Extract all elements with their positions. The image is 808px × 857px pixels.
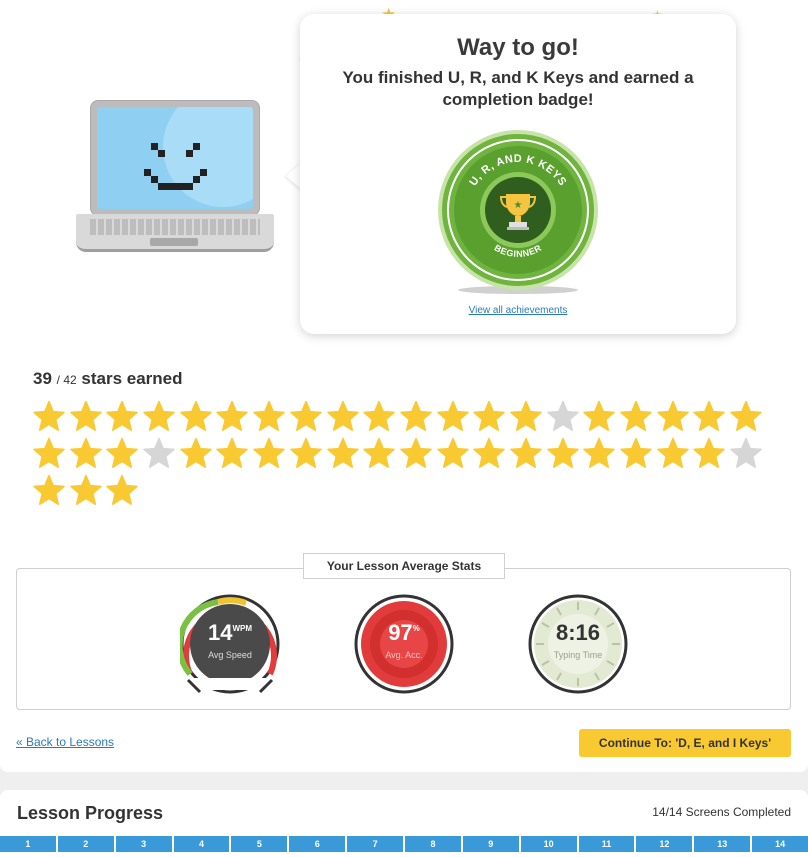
progress-segment[interactable]: 14 — [752, 836, 808, 852]
earned-star-icon — [32, 474, 69, 511]
progress-segment[interactable]: 1 — [0, 836, 56, 852]
missing-star-icon — [142, 437, 179, 474]
earned-star-icon — [399, 437, 436, 474]
earned-star-icon — [582, 400, 619, 437]
stars-earned-summary: 39 / 42 stars earned — [33, 369, 183, 389]
earned-star-icon — [362, 400, 399, 437]
earned-star-icon — [472, 400, 509, 437]
continue-button[interactable]: Continue To: 'D, E, and I Keys' — [579, 729, 791, 757]
earned-star-icon — [656, 400, 693, 437]
missing-star-icon — [729, 437, 766, 474]
avg-speed-unit: WPM — [232, 624, 253, 633]
earned-star-icon — [326, 437, 363, 474]
earned-star-icon — [215, 437, 252, 474]
earned-star-icon — [252, 437, 289, 474]
earned-star-icon — [546, 437, 583, 474]
progress-segment[interactable]: 3 — [115, 836, 172, 852]
stats-title: Your Lesson Average Stats — [303, 553, 505, 579]
speed-gauge: 14WPM Avg Speed — [180, 594, 280, 694]
earned-star-icon — [362, 437, 399, 474]
earned-star-icon — [142, 400, 179, 437]
earned-star-icon — [399, 400, 436, 437]
earned-star-icon — [619, 400, 656, 437]
progress-segment[interactable]: 6 — [289, 836, 346, 852]
stars-earned-label: stars earned — [81, 369, 183, 388]
progress-segment[interactable]: 12 — [636, 836, 693, 852]
progress-segment[interactable]: 9 — [462, 836, 519, 852]
earned-star-icon — [692, 400, 729, 437]
progress-segment[interactable]: 4 — [173, 836, 230, 852]
progress-bar: 1 2 3 4 5 6 7 8 9 10 11 12 13 14 — [0, 836, 808, 852]
popup-title: Way to go! — [457, 34, 579, 61]
avg-speed-value: 14 — [207, 620, 233, 645]
earned-star-icon — [179, 400, 216, 437]
stars-total: / 42 — [56, 373, 77, 387]
progress-segment[interactable]: 10 — [520, 836, 577, 852]
typing-time-value: 8:16 — [555, 620, 601, 645]
completion-badge-icon: U, R, AND K KEYS BEGINNER ★ — [438, 130, 598, 294]
missing-star-icon — [546, 400, 583, 437]
earned-star-icon — [252, 400, 289, 437]
progress-segment[interactable]: 7 — [347, 836, 404, 852]
earned-star-icon — [69, 400, 106, 437]
typing-time-gauge: 8:16 Typing Time — [528, 594, 628, 694]
earned-star-icon — [326, 400, 363, 437]
laptop-mascot-icon — [76, 100, 276, 254]
avg-accuracy-value: 97 — [388, 620, 413, 645]
earned-star-icon — [436, 400, 473, 437]
earned-star-icon — [32, 400, 69, 437]
progress-segment[interactable]: 2 — [57, 836, 114, 852]
progress-segment[interactable]: 13 — [694, 836, 751, 852]
earned-star-icon — [509, 400, 546, 437]
earned-star-icon — [656, 437, 693, 474]
stars-grid — [32, 400, 772, 511]
earned-star-icon — [289, 400, 326, 437]
earned-star-icon — [69, 437, 106, 474]
back-to-lessons-link[interactable]: « Back to Lessons — [16, 735, 114, 749]
earned-star-icon — [215, 400, 252, 437]
completion-message: You finished U, R, and K Keys and earned… — [342, 68, 694, 109]
earned-star-icon — [105, 400, 142, 437]
earned-star-icon — [179, 437, 216, 474]
avg-accuracy-unit: % — [412, 624, 420, 633]
progress-segment[interactable]: 5 — [231, 836, 288, 852]
earned-star-icon — [472, 437, 509, 474]
earned-star-icon — [692, 437, 729, 474]
lesson-complete-card: ★ ★ ★ ★ ★ ★ ★ — [0, 0, 808, 772]
typing-time-label: Typing Time — [553, 650, 603, 660]
earned-star-icon — [32, 437, 69, 474]
earned-star-icon — [582, 437, 619, 474]
earned-star-icon — [436, 437, 473, 474]
lesson-progress-card: Lesson Progress 14/14 Screens Completed … — [0, 790, 808, 857]
completion-popup: Way to go! You finished U, R, and K Keys… — [300, 14, 736, 334]
earned-star-icon — [619, 437, 656, 474]
earned-star-icon — [729, 400, 766, 437]
earned-star-icon — [289, 437, 326, 474]
view-all-achievements-link[interactable]: View all achievements — [300, 305, 736, 316]
avg-speed-label: Avg Speed — [208, 650, 252, 660]
earned-star-icon — [509, 437, 546, 474]
screens-completed-count: 14/14 Screens Completed — [652, 805, 791, 819]
progress-segment[interactable]: 11 — [578, 836, 635, 852]
accuracy-gauge: 97% Avg. Acc. — [354, 594, 454, 694]
earned-star-icon — [105, 437, 142, 474]
stars-earned-count: 39 — [33, 369, 52, 388]
svg-text:★: ★ — [514, 200, 523, 211]
earned-star-icon — [105, 474, 142, 511]
lesson-progress-title: Lesson Progress — [17, 803, 164, 823]
earned-star-icon — [69, 474, 106, 511]
progress-segment[interactable]: 8 — [405, 836, 461, 852]
avg-accuracy-label: Avg. Acc. — [385, 650, 423, 660]
